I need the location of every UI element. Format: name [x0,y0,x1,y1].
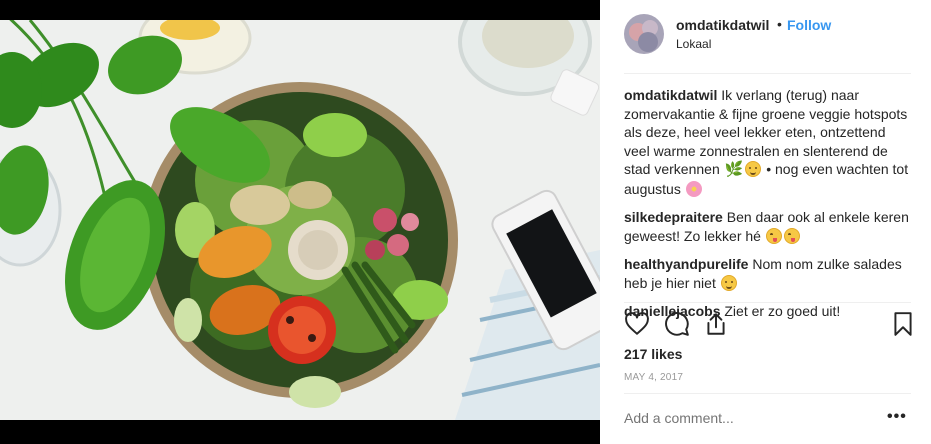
salad-bowl-image [0,20,600,420]
cherry-blossom-emoji [685,180,702,197]
share-icon[interactable] [703,311,731,339]
action-bar [624,311,914,339]
comment-item: healthyandpurelife Nom nom zulke salades… [624,255,914,292]
post-date: MAY 4, 2017 [624,372,684,383]
herb-emoji: 🌿 [724,161,744,178]
caption-username[interactable]: omdatikdatwil [624,87,717,103]
post-photo[interactable] [0,20,600,420]
yum-face-emoji [765,227,782,244]
yum-face-emoji [783,227,800,244]
smiling-face-emoji [745,161,762,177]
more-options-icon[interactable]: ••• [887,408,907,426]
heart-icon[interactable] [624,311,652,339]
post-photo-frame [0,0,600,444]
follow-button[interactable]: Follow [787,17,831,33]
post-side-panel: omdatikdatwil • Follow Lokaal omdatikdat… [600,0,931,444]
smiling-face-emoji [720,274,737,291]
add-comment-input[interactable] [624,410,879,426]
likes-count[interactable]: 217 likes [624,346,682,362]
comment-item: silkedepraitere Ben daar ook al enkele k… [624,208,914,245]
header-username[interactable]: omdatikdatwil [676,17,769,33]
location-link[interactable]: Lokaal [676,37,711,51]
header-divider [624,73,911,74]
caption: omdatikdatwil Ik verlang (terug) naar zo… [624,86,914,198]
comment-icon[interactable] [664,311,692,339]
bookmark-icon[interactable] [890,311,918,339]
comment-username[interactable]: silkedepraitere [624,209,723,225]
header-separator: • [777,16,782,32]
avatar[interactable] [624,14,664,54]
comments-list: omdatikdatwil Ik verlang (terug) naar zo… [624,86,914,331]
post-header: omdatikdatwil • Follow Lokaal [600,0,931,74]
comment-box-divider [624,393,911,394]
actions-divider [624,302,911,303]
comment-username[interactable]: healthyandpurelife [624,256,748,272]
